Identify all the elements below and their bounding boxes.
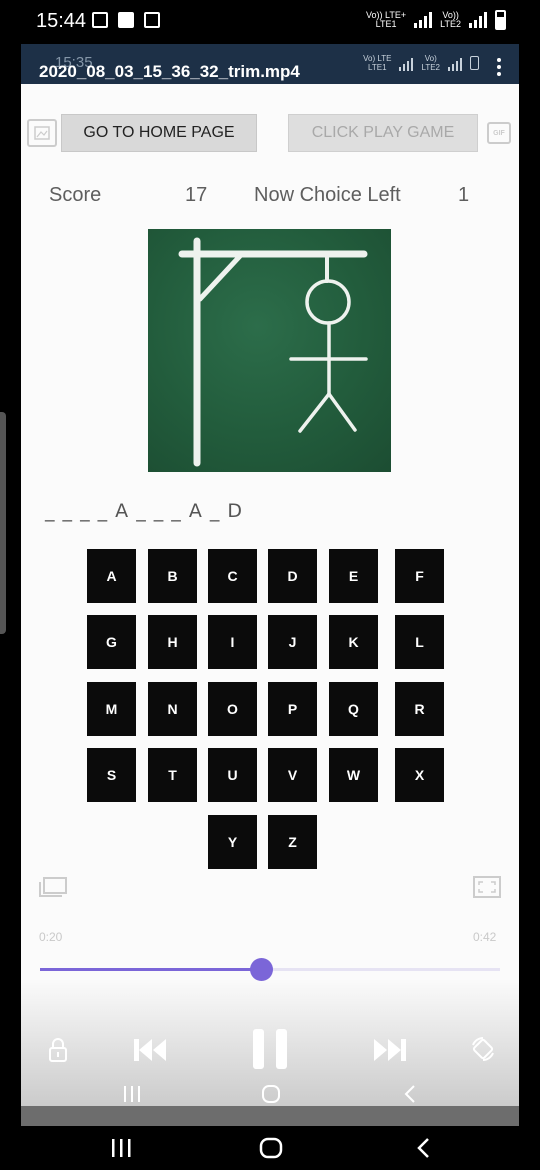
sim2-label: Vo)) LTE2: [440, 11, 461, 29]
letter-key-g[interactable]: G: [87, 615, 136, 669]
file-title: 2020_08_03_15_36_32_trim.mp4: [39, 62, 300, 81]
gallows-brace: [197, 253, 243, 302]
word-display: _ _ _ _ A _ _ _ A _ D: [45, 500, 244, 522]
letter-key-o[interactable]: O: [208, 682, 257, 736]
gallery-notification-icon: [92, 12, 108, 28]
seek-bar-progress: [40, 968, 261, 971]
click-play-game-button[interactable]: CLICK PLAY GAME: [288, 114, 478, 152]
check-notification-icon: [144, 12, 160, 28]
letter-key-w[interactable]: W: [329, 748, 378, 802]
hangman-left-leg: [298, 392, 331, 433]
score-label: Score: [49, 184, 102, 206]
edge-panel-handle[interactable]: [0, 412, 6, 634]
screenshot-icon[interactable]: [27, 119, 57, 147]
more-options-icon[interactable]: [497, 58, 501, 79]
elapsed-time: 0:20: [39, 930, 63, 944]
recorded-sim1-lte-text: LTE1: [368, 63, 387, 72]
letter-key-a[interactable]: A: [87, 549, 136, 603]
letter-key-h[interactable]: H: [148, 615, 197, 669]
sim1-label: Vo)) LTE+ LTE1: [366, 11, 406, 29]
letter-key-k[interactable]: K: [329, 615, 378, 669]
recorded-recents-icon: [122, 1085, 142, 1108]
signal-indicators: Vo)) LTE+ LTE1 Vo)) LTE2: [366, 10, 506, 30]
letter-key-u[interactable]: U: [208, 748, 257, 802]
letter-key-d[interactable]: D: [268, 549, 317, 603]
navigation-bar: [0, 1126, 540, 1170]
letter-key-q[interactable]: Q: [329, 682, 378, 736]
letter-key-x[interactable]: X: [395, 748, 444, 802]
battery-icon: [470, 56, 479, 70]
previous-icon[interactable]: [132, 1037, 168, 1068]
status-bar: 15:44 Vo)) LTE+ LTE1 Vo)) LTE2: [0, 0, 540, 44]
status-time: 15:44: [36, 10, 87, 32]
home-icon[interactable]: [259, 1137, 283, 1164]
score-value: 17: [185, 184, 208, 206]
letter-key-s[interactable]: S: [87, 748, 136, 802]
letter-key-i[interactable]: I: [208, 615, 257, 669]
notification-icons: [92, 12, 160, 28]
player-header: 15:35 2020_08_03_15_36_32_trim.mp4 Vo) L…: [21, 44, 519, 84]
sim1-lte-text: LTE1: [375, 19, 397, 29]
rotate-icon[interactable]: [469, 1035, 497, 1068]
video-notification-icon: [118, 12, 134, 28]
recorded-nav-strip: [21, 1106, 519, 1126]
letter-key-b[interactable]: B: [148, 549, 197, 603]
letter-key-m[interactable]: M: [87, 682, 136, 736]
total-time: 0:42: [473, 930, 497, 944]
pause-icon[interactable]: [251, 1027, 289, 1076]
hangman-right-leg: [327, 392, 357, 432]
recorded-sim1-text: Vo) LTE: [363, 54, 392, 63]
recorded-sim2-lte-text: LTE2: [421, 63, 440, 72]
letter-key-r[interactable]: R: [395, 682, 444, 736]
signal-bars-icon: [414, 12, 433, 28]
letter-key-z[interactable]: Z: [268, 815, 317, 869]
choice-left-label: Now Choice Left: [254, 184, 401, 206]
letter-key-v[interactable]: V: [268, 748, 317, 802]
letter-key-e[interactable]: E: [329, 549, 378, 603]
recorded-signal-indicators: Vo) LTE LTE1 Vo) LTE2: [363, 54, 479, 72]
lock-icon[interactable]: [47, 1037, 69, 1068]
seek-thumb[interactable]: [249, 958, 273, 981]
recents-icon[interactable]: [110, 1138, 132, 1163]
go-to-home-page-button[interactable]: GO TO HOME PAGE: [61, 114, 257, 152]
hangman-head: [305, 279, 351, 325]
signal-bars-icon: [448, 55, 462, 71]
next-icon[interactable]: [372, 1037, 408, 1068]
signal-bars-icon: [469, 12, 487, 28]
signal-bars-icon: [399, 55, 414, 71]
letter-key-l[interactable]: L: [395, 615, 444, 669]
choice-left-value: 1: [458, 184, 470, 206]
letter-key-c[interactable]: C: [208, 549, 257, 603]
letter-key-n[interactable]: N: [148, 682, 197, 736]
fullscreen-icon[interactable]: [473, 876, 501, 903]
seek-bar[interactable]: [40, 958, 500, 981]
back-icon[interactable]: [415, 1137, 431, 1164]
hangman-drawing: [178, 237, 368, 467]
letter-key-p[interactable]: P: [268, 682, 317, 736]
sim2-lte-text: LTE2: [440, 19, 461, 29]
letter-key-t[interactable]: T: [148, 748, 197, 802]
letter-key-j[interactable]: J: [268, 615, 317, 669]
video-player[interactable]: 15:35 2020_08_03_15_36_32_trim.mp4 Vo) L…: [21, 44, 519, 1126]
recorded-sim2-text: Vo): [424, 54, 437, 63]
letter-key-y[interactable]: Y: [208, 815, 257, 869]
popup-play-icon[interactable]: [38, 876, 68, 903]
hangman-image: [148, 229, 391, 472]
battery-icon: [495, 10, 506, 30]
gif-icon[interactable]: GIF: [487, 122, 511, 144]
letter-key-f[interactable]: F: [395, 549, 444, 603]
